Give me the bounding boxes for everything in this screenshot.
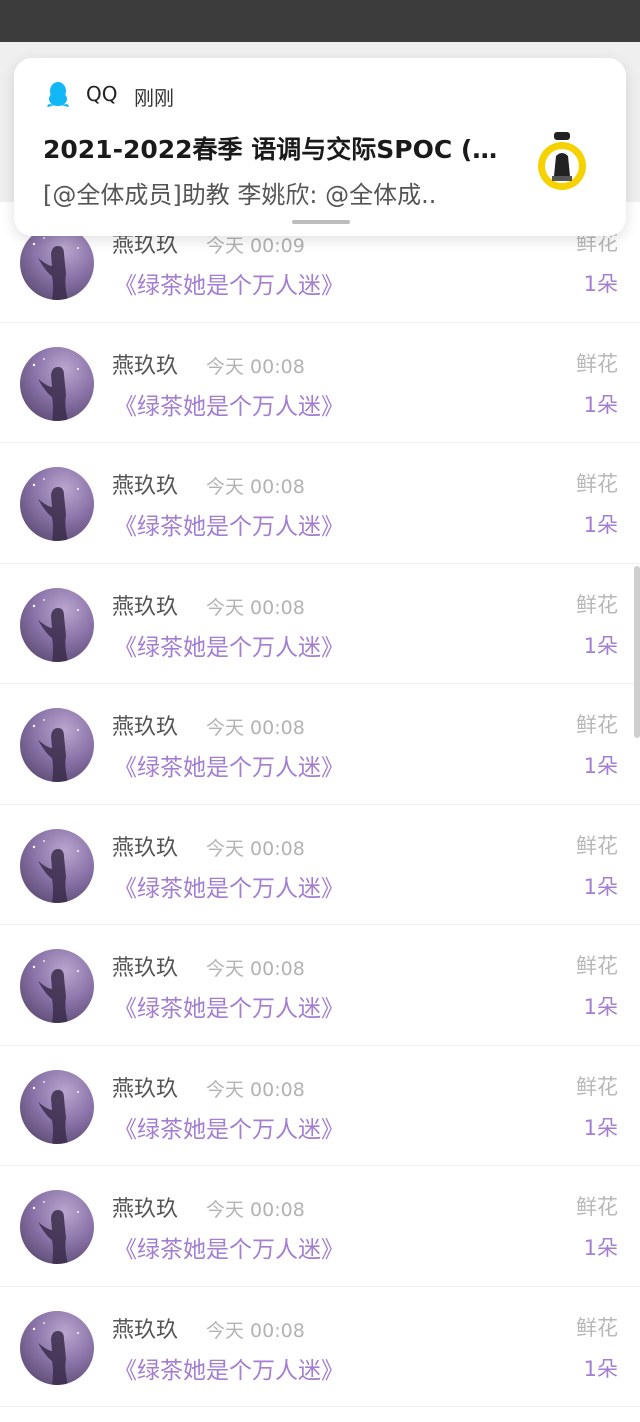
timestamp: 今天 00:08 [206, 1078, 305, 1101]
gift-count: 1朵 [583, 1236, 618, 1260]
book-title-link[interactable]: 《绿茶她是个万人迷》 [114, 989, 344, 1023]
book-title-link[interactable]: 《绿茶她是个万人迷》 [114, 507, 344, 541]
list-item[interactable]: 燕玖玖 今天 00:08 鲜花 《绿茶她是个万人迷》 1朵 [0, 684, 640, 805]
gift-type: 鲜花 [576, 351, 618, 376]
avatar[interactable] [20, 1069, 94, 1144]
avatar[interactable] [20, 949, 94, 1023]
status-bar [0, 0, 640, 42]
book-title-link[interactable]: 《绿茶她是个万人迷》 [114, 1351, 344, 1385]
gift-type: 鲜花 [576, 954, 618, 978]
gift-type: 鲜花 [576, 592, 618, 617]
username: 燕玖玖 [112, 956, 179, 981]
username: 燕玖玖 [112, 594, 179, 620]
username: 燕玖玖 [112, 715, 179, 740]
gift-count: 1朵 [583, 513, 618, 537]
timestamp: 今天 00:08 [206, 596, 305, 619]
list-item[interactable]: 燕玖玖 今天 00:08 鲜花 《绿茶她是个万人迷》 1朵 [0, 804, 640, 925]
list-item[interactable]: 燕玖玖 今天 00:08 鲜花 《绿茶她是个万人迷》 1朵 [0, 1045, 640, 1166]
gift-type: 鲜花 [576, 833, 618, 858]
gift-type: 鲜花 [576, 472, 618, 496]
username: 燕玖玖 [112, 835, 179, 861]
username: 燕玖玖 [112, 1076, 179, 1102]
book-title-link[interactable]: 《绿茶她是个万人迷》 [114, 387, 344, 421]
timestamp: 今天 00:08 [206, 476, 305, 498]
book-title-link[interactable]: 《绿茶她是个万人迷》 [114, 628, 344, 662]
list-item[interactable]: 燕玖玖 今天 00:08 鲜花 《绿茶她是个万人迷》 1朵 [0, 322, 640, 443]
timestamp: 今天 00:08 [206, 837, 305, 860]
list-item[interactable]: 燕玖玖 今天 00:08 鲜花 《绿茶她是个万人迷》 1朵 [0, 925, 640, 1046]
notification-time: 刚刚 [134, 86, 174, 110]
qq-notification-banner[interactable]: QQ 刚刚 2021-2022春季 语调与交际SPOC (… [@全体成员]助教… [14, 58, 626, 236]
list-item[interactable]: 燕玖玖 今天 00:08 鲜花 《绿茶她是个万人迷》 1朵 [0, 443, 640, 564]
timestamp: 今天 00:08 [206, 355, 305, 378]
timestamp: 今天 00:08 [206, 1319, 305, 1342]
divider [0, 1406, 640, 1407]
gift-count: 1朵 [583, 995, 618, 1019]
gift-count: 1朵 [583, 272, 618, 296]
book-title-link[interactable]: 《绿茶她是个万人迷》 [114, 1110, 344, 1144]
list-item[interactable]: 燕玖玖 今天 00:08 鲜花 《绿茶她是个万人迷》 1朵 [0, 1286, 640, 1407]
qq-penguin-icon [47, 82, 69, 107]
notification-app-name: QQ [86, 82, 118, 106]
avatar[interactable] [20, 226, 94, 300]
notification-drag-handle[interactable] [292, 220, 350, 224]
book-title-link[interactable]: 《绿茶她是个万人迷》 [114, 869, 344, 903]
avatar[interactable] [20, 587, 94, 662]
scrollbar[interactable] [634, 566, 640, 738]
list-item[interactable]: 燕玖玖 今天 00:08 鲜花 《绿茶她是个万人迷》 1朵 [0, 1166, 640, 1287]
notification-body: [@全体成员]助教 李姚欣: @全体成.. [43, 181, 437, 209]
username: 燕玖玖 [112, 353, 179, 379]
gift-type: 鲜花 [576, 1195, 618, 1219]
gift-type: 鲜花 [576, 1315, 618, 1340]
gift-type: 鲜花 [576, 713, 618, 737]
timestamp: 今天 00:08 [206, 958, 305, 980]
gift-count: 1朵 [583, 1115, 618, 1140]
avatar[interactable] [20, 346, 94, 421]
notification-title: 2021-2022春季 语调与交际SPOC (… [43, 135, 498, 164]
group-avatar-thumbnail [538, 132, 586, 190]
gift-count: 1朵 [583, 1356, 618, 1381]
avatar[interactable] [20, 828, 94, 903]
list-item[interactable]: 燕玖玖 今天 00:08 鲜花 《绿茶她是个万人迷》 1朵 [0, 563, 640, 684]
avatar[interactable] [20, 708, 94, 782]
timestamp: 今天 00:08 [206, 717, 305, 739]
avatar[interactable] [20, 1190, 94, 1264]
book-title-link[interactable]: 《绿茶她是个万人迷》 [114, 748, 344, 782]
book-title-link[interactable]: 《绿茶她是个万人迷》 [114, 1230, 344, 1264]
book-title-link[interactable]: 《绿茶她是个万人迷》 [114, 266, 344, 300]
gift-record-list: 燕玖玖 今天 00:09 鲜花 《绿茶她是个万人迷》 1朵 燕玖玖 今天 00:… [0, 202, 640, 1407]
gift-type: 鲜花 [576, 1074, 618, 1099]
gift-count: 1朵 [583, 392, 618, 417]
timestamp: 今天 00:08 [206, 1199, 305, 1221]
avatar[interactable] [20, 1310, 94, 1385]
avatar[interactable] [20, 467, 94, 541]
username: 燕玖玖 [112, 1317, 179, 1343]
username: 燕玖玖 [112, 474, 179, 499]
gift-count: 1朵 [583, 633, 618, 658]
gift-count: 1朵 [583, 754, 618, 778]
username: 燕玖玖 [112, 1197, 179, 1222]
gift-count: 1朵 [583, 874, 618, 899]
